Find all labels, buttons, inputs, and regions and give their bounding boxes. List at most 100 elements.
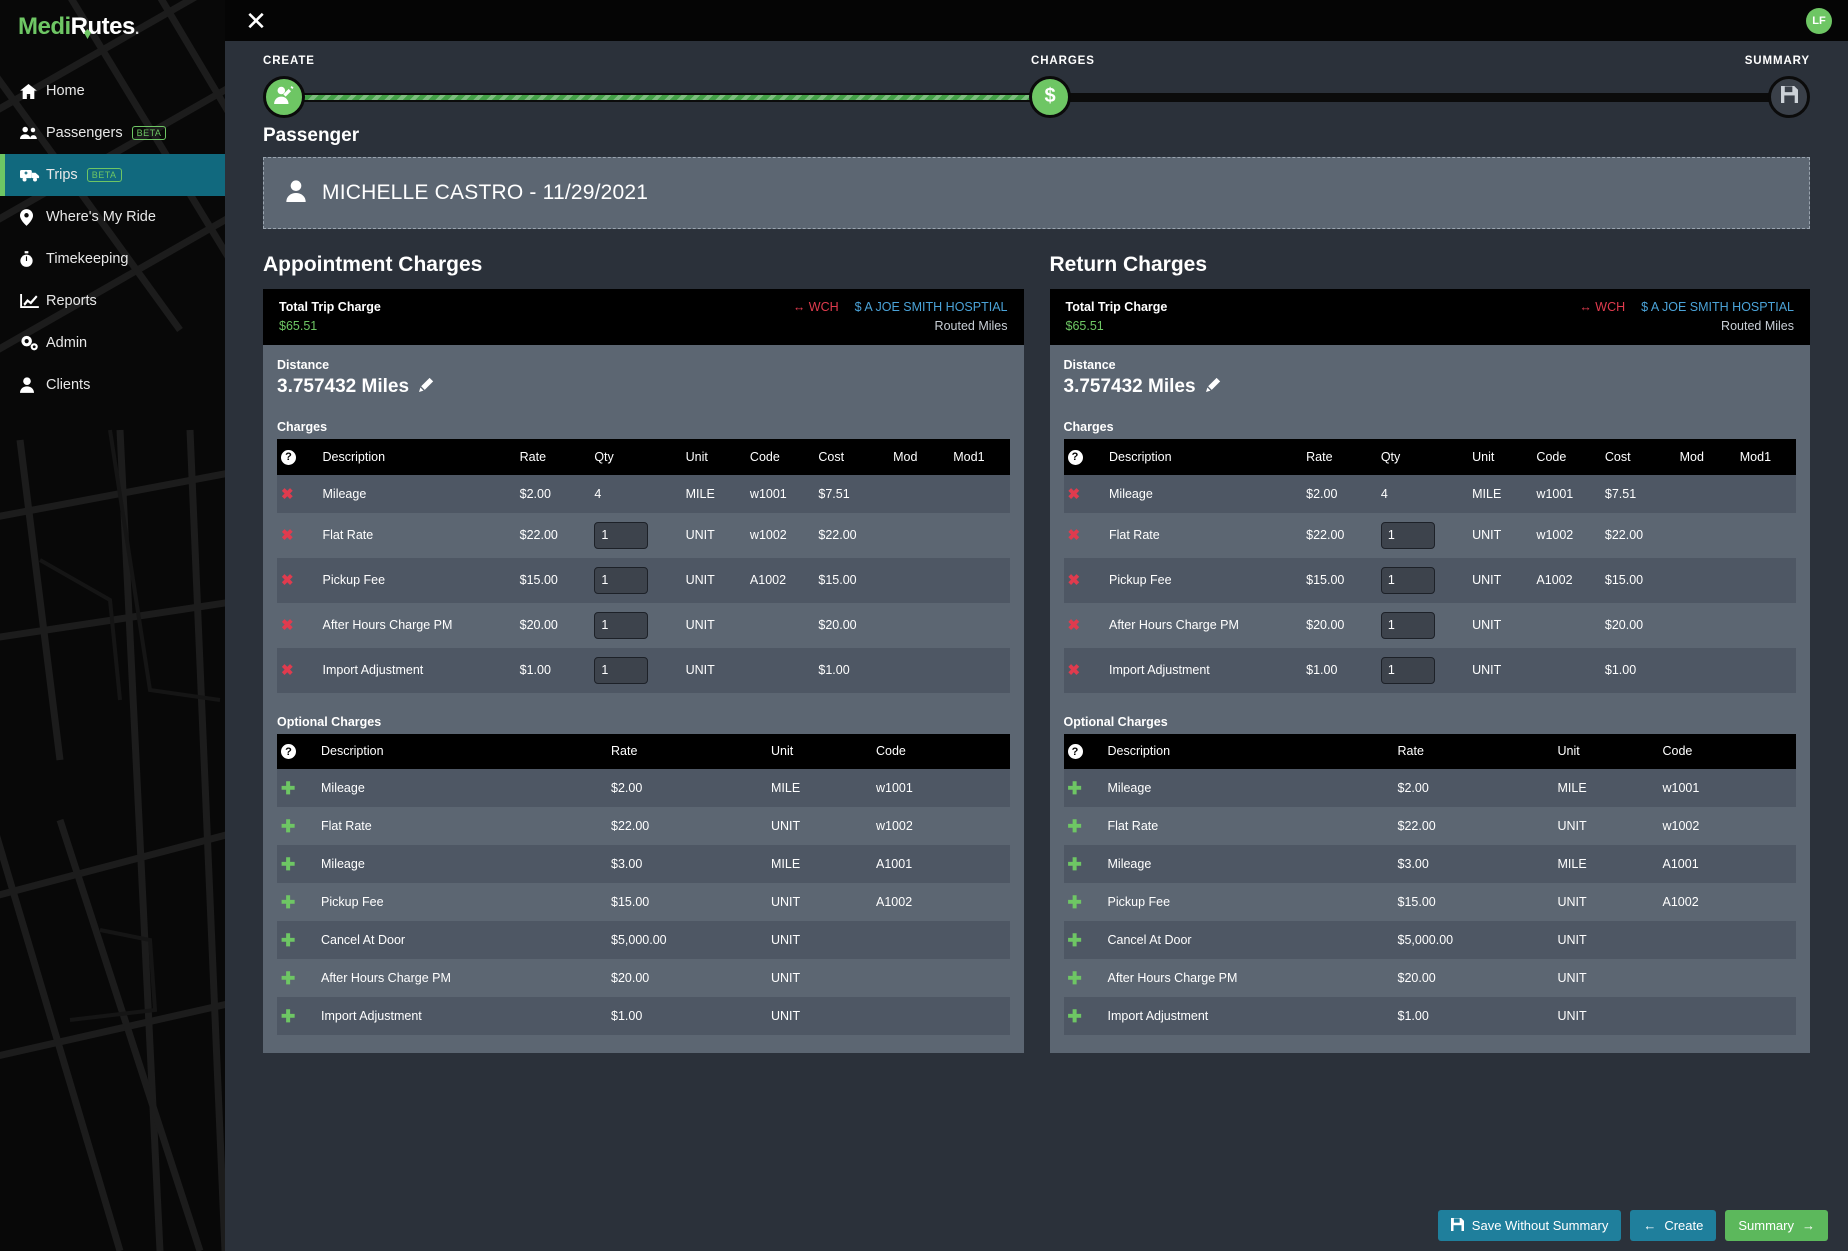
charge-rate: $20.00 xyxy=(1397,971,1436,985)
table-row: ✖ Mileage $2.00 4 MILE w1001 $7.51 xyxy=(1063,474,1796,513)
summary-button[interactable]: Summary → xyxy=(1725,1210,1828,1241)
wheelchair-tag[interactable]: ↔ WCH xyxy=(793,300,839,314)
remove-charge-button[interactable]: ✖ xyxy=(1068,617,1081,634)
sidebar-item-wheres-my-ride[interactable]: Where's My Ride xyxy=(0,196,225,238)
charge-cost: $15.00 xyxy=(1604,573,1644,587)
remove-charge-button[interactable]: ✖ xyxy=(281,572,294,589)
passenger-card[interactable]: MICHELLE CASTRO - 11/29/2021 xyxy=(263,157,1810,229)
top-bar: ✕ LF xyxy=(225,0,1848,41)
column-heading: Return Charges xyxy=(1049,253,1208,276)
add-charge-button[interactable]: ✚ xyxy=(1068,817,1082,836)
facility-tag[interactable]: $ A JOE SMITH HOSPTIAL xyxy=(855,300,1008,314)
sidebar-item-home[interactable]: Home xyxy=(0,70,225,112)
save-without-summary-button[interactable]: Save Without Summary xyxy=(1437,1210,1622,1241)
charge-code xyxy=(746,603,814,648)
quantity-input[interactable] xyxy=(1380,611,1435,639)
sidebar-item-clients[interactable]: Clients xyxy=(0,364,225,406)
step-node-summary[interactable] xyxy=(1768,76,1810,118)
quantity-input[interactable] xyxy=(594,521,649,549)
col-description: Description xyxy=(1105,439,1303,475)
sidebar-item-admin[interactable]: Admin xyxy=(0,322,225,364)
quantity-input[interactable] xyxy=(594,611,649,639)
remove-charge-button[interactable]: ✖ xyxy=(281,486,294,503)
col-qty: Qty xyxy=(590,439,682,475)
charge-code: w1001 xyxy=(1662,781,1700,795)
add-charge-button[interactable]: ✚ xyxy=(281,1007,295,1026)
step-node-create[interactable] xyxy=(263,76,305,118)
sidebar-item-passengers[interactable]: Passengers BETA xyxy=(0,112,225,154)
wheelchair-tag[interactable]: ↔ WCH xyxy=(1579,300,1625,314)
brand-logo[interactable]: MediR utes. xyxy=(0,4,225,50)
remove-charge-button[interactable]: ✖ xyxy=(1068,527,1081,544)
col-cost: Cost xyxy=(814,439,890,475)
save-icon xyxy=(1780,86,1798,108)
add-charge-button[interactable]: ✚ xyxy=(1068,893,1082,912)
add-charge-button[interactable]: ✚ xyxy=(281,931,295,950)
table-row: ✖ Import Adjustment $1.00 UNIT $1.00 xyxy=(277,647,1010,693)
remove-charge-button[interactable]: ✖ xyxy=(281,527,294,544)
sidebar-item-reports[interactable]: Reports xyxy=(0,280,225,322)
add-charge-button[interactable]: ✚ xyxy=(281,893,295,912)
help-icon[interactable]: ? xyxy=(281,449,296,465)
charge-unit: UNIT xyxy=(685,618,715,632)
charge-code xyxy=(746,648,814,693)
add-charge-button[interactable]: ✚ xyxy=(1068,931,1082,950)
remove-charge-button[interactable]: ✖ xyxy=(1068,572,1081,589)
add-charge-button[interactable]: ✚ xyxy=(1068,779,1082,798)
facility-tag[interactable]: $ A JOE SMITH HOSPTIAL xyxy=(1641,300,1794,314)
quantity-input[interactable] xyxy=(594,656,649,684)
remove-charge-button[interactable]: ✖ xyxy=(281,617,294,634)
table-row: ✚ Mileage $3.00 MILE A1001 xyxy=(1063,845,1796,883)
close-icon[interactable]: ✕ xyxy=(243,8,269,34)
add-charge-button[interactable]: ✚ xyxy=(281,779,295,798)
charge-unit: UNIT xyxy=(771,933,801,947)
charge-unit: UNIT xyxy=(771,819,801,833)
step-label-summary: SUMMARY xyxy=(1744,55,1810,67)
charge-code xyxy=(1532,648,1600,693)
add-charge-button[interactable]: ✚ xyxy=(1068,1007,1082,1026)
distance-label: Distance xyxy=(277,358,330,372)
charge-code xyxy=(1659,921,1797,959)
charge-mod1 xyxy=(949,475,1009,513)
add-charge-button[interactable]: ✚ xyxy=(281,817,295,836)
charge-description: Mileage xyxy=(321,781,365,795)
add-charge-button[interactable]: ✚ xyxy=(1068,855,1082,874)
avatar[interactable]: LF xyxy=(1806,7,1832,34)
charge-code: w1002 xyxy=(876,819,913,833)
quantity-input[interactable] xyxy=(1380,521,1435,549)
sidebar-item-trips[interactable]: Trips BETA xyxy=(0,154,225,196)
quantity-input[interactable] xyxy=(1380,566,1435,594)
step-node-charges[interactable]: $ xyxy=(1029,76,1071,118)
quantity-input[interactable] xyxy=(1380,656,1435,684)
add-charge-button[interactable]: ✚ xyxy=(281,855,295,874)
help-icon[interactable]: ? xyxy=(1067,449,1083,465)
remove-charge-button[interactable]: ✖ xyxy=(1068,486,1081,503)
remove-charge-button[interactable]: ✖ xyxy=(281,662,294,679)
charge-mod xyxy=(1676,558,1736,603)
charge-description: Flat Rate xyxy=(321,819,372,833)
passenger-name-date: MICHELLE CASTRO - 11/29/2021 xyxy=(322,181,649,204)
help-icon[interactable]: ? xyxy=(1067,744,1083,759)
passenger-section-title: Passenger xyxy=(263,125,360,146)
ambulance-icon xyxy=(20,168,46,182)
add-charge-button[interactable]: ✚ xyxy=(281,969,295,988)
quantity-value: 4 xyxy=(1380,486,1388,501)
charge-unit: MILE xyxy=(771,857,801,871)
create-button[interactable]: ← Create xyxy=(1630,1210,1717,1241)
charge-mod1 xyxy=(949,513,1009,558)
stopwatch-icon xyxy=(20,250,46,268)
remove-charge-button[interactable]: ✖ xyxy=(1068,662,1081,679)
charge-unit: MILE xyxy=(1557,781,1587,795)
sidebar-item-label: Home xyxy=(46,83,85,99)
charge-rate: $2.00 xyxy=(1397,781,1429,795)
charge-mod xyxy=(889,648,949,693)
charges-label: Charges xyxy=(277,420,328,434)
sidebar-item-timekeeping[interactable]: Timekeeping xyxy=(0,238,225,280)
edit-pencil-icon[interactable] xyxy=(1205,376,1221,398)
edit-pencil-icon[interactable] xyxy=(419,376,434,398)
charge-description: Import Adjustment xyxy=(1109,663,1210,677)
quantity-input[interactable] xyxy=(594,566,649,594)
sidebar-item-label: Reports xyxy=(46,293,97,309)
help-icon[interactable]: ? xyxy=(281,744,296,759)
add-charge-button[interactable]: ✚ xyxy=(1068,969,1082,988)
